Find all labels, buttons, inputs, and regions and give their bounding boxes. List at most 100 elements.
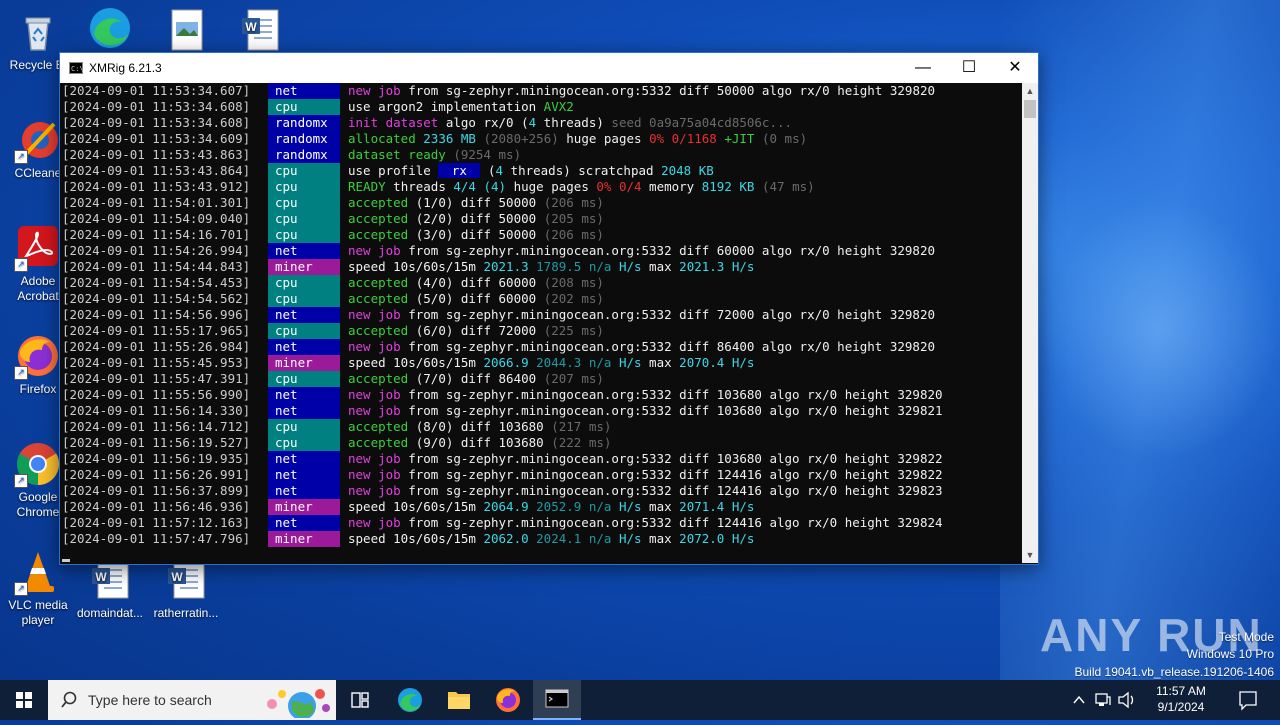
console-icon	[545, 689, 569, 708]
log-segment: max	[641, 355, 680, 370]
log-segment: H/s	[618, 355, 642, 370]
chevron-up-icon	[1073, 695, 1085, 704]
console-line: [2024-09-01 11:54:09.040] cpu accepted (2/…	[60, 211, 1022, 227]
log-tag-cpu: cpu	[268, 291, 340, 307]
log-segment: new job	[348, 243, 401, 258]
taskbar-file-explorer-button[interactable]	[435, 680, 483, 720]
log-segment: +JIT	[724, 131, 762, 146]
log-segment: (1/0) diff 50000	[408, 195, 544, 210]
log-segment: dataset ready	[348, 147, 454, 162]
desktop-icon-edge[interactable]	[72, 4, 148, 54]
console-line: [2024-09-01 11:54:26.994] net new job from…	[60, 243, 1022, 259]
log-segment: (206 ms)	[543, 227, 604, 242]
log-segment: seed 0a9a75a04cd8506c...	[611, 115, 793, 130]
log-segment: 2021.3 H/s	[679, 259, 755, 274]
ccleaner-icon: ↗	[14, 116, 62, 164]
log-segment: speed 10s/60s/15m	[348, 259, 484, 274]
firefox-icon: ↗	[14, 332, 62, 380]
clock-date: 9/1/2024	[1157, 700, 1205, 714]
log-segment: new job	[348, 387, 401, 402]
task-view-icon	[351, 692, 369, 708]
log-segment: 2024.1 n/a	[536, 531, 619, 546]
task-view-button[interactable]	[336, 680, 384, 720]
log-tag-cpu: cpu	[268, 275, 340, 291]
notification-icon	[1239, 691, 1257, 711]
window-titlebar[interactable]: C:\ XMRig 6.21.3 — ☐ ✕	[60, 53, 1038, 83]
desktop-icon-label: ratherratin...	[153, 606, 219, 620]
show-hidden-icons-button[interactable]	[1068, 680, 1090, 720]
window-title: XMRig 6.21.3	[89, 61, 162, 75]
log-tag-net: net	[268, 467, 340, 483]
log-segment: (47 ms)	[761, 179, 815, 194]
log-segment: accepted	[348, 419, 409, 434]
log-tag-cpu: cpu	[268, 371, 340, 387]
log-timestamp: [2024-09-01 11:55:26.984]	[62, 339, 251, 354]
log-segment: (225 ms)	[543, 323, 604, 338]
console-line: [2024-09-01 11:56:19.935] net new job from…	[60, 451, 1022, 467]
volume-button[interactable]	[1114, 680, 1138, 720]
log-segment: use argon2 implementation	[348, 99, 544, 114]
xmrig-console-window[interactable]: C:\ XMRig 6.21.3 — ☐ ✕ [2024-09-01 11:53…	[59, 52, 1039, 565]
network-status-button[interactable]	[1092, 680, 1114, 720]
log-segment: algo rx/0 (	[438, 115, 529, 130]
log-timestamp: [2024-09-01 11:56:26.991]	[62, 467, 251, 482]
speaker-icon	[1118, 691, 1134, 709]
log-segment: new job	[348, 451, 401, 466]
log-segment: (	[480, 163, 496, 178]
console-line: [2024-09-01 11:55:45.953] miner speed 10s/…	[60, 355, 1022, 371]
taskbar-search-box[interactable]: Type here to search	[48, 680, 336, 720]
console-line: [2024-09-01 11:55:26.984] net new job from…	[60, 339, 1022, 355]
taskbar-xmrig-console-button[interactable]	[533, 680, 581, 720]
console-output[interactable]: [2024-09-01 11:53:34.607] net new job from…	[60, 83, 1022, 563]
console-line: [2024-09-01 11:54:16.701] cpu accepted (3/…	[60, 227, 1022, 243]
windows-edition-label: Windows 10 Pro	[1186, 647, 1274, 661]
start-button[interactable]	[0, 680, 48, 720]
log-segment: new job	[348, 515, 401, 530]
log-segment: threads	[385, 179, 454, 194]
action-center-button[interactable]	[1228, 680, 1268, 720]
log-segment: huge pages	[506, 179, 597, 194]
scroll-up-arrow-icon[interactable]: ▲	[1022, 83, 1038, 99]
svg-text:W: W	[95, 570, 107, 584]
log-timestamp: [2024-09-01 11:54:09.040]	[62, 211, 251, 226]
log-tag-net: net	[268, 387, 340, 403]
close-button[interactable]: ✕	[992, 53, 1038, 83]
log-tag-miner: miner	[268, 355, 340, 371]
log-segment: AVX2	[543, 99, 574, 114]
log-message: init dataset algo rx/0 (4 threads) seed …	[348, 115, 792, 131]
desktop-icon-word-doc-top[interactable]: W	[222, 8, 298, 58]
log-segment: threads)	[536, 115, 612, 130]
taskbar-edge-button[interactable]	[386, 680, 434, 720]
log-segment: 2064.9	[483, 499, 537, 514]
log-message: new job from sg-zephyr.miningocean.org:5…	[348, 515, 943, 531]
log-segment: (8/0) diff 103680	[408, 419, 552, 434]
maximize-button[interactable]: ☐	[946, 53, 992, 83]
console-line: [2024-09-01 11:57:12.163] net new job from…	[60, 515, 1022, 531]
log-segment: accepted	[348, 275, 409, 290]
taskbar-firefox-button[interactable]	[484, 680, 532, 720]
log-message: new job from sg-zephyr.miningocean.org:5…	[348, 451, 943, 467]
console-line: [2024-09-01 11:53:34.607] net new job from…	[60, 83, 1022, 99]
svg-text:W: W	[171, 570, 183, 584]
desktop-icon-domaindat[interactable]: W domaindat...	[72, 556, 148, 621]
log-segment: from sg-zephyr.miningocean.org:5332 diff…	[400, 515, 943, 530]
desktop-icon-ratherratin[interactable]: W ratherratin...	[148, 556, 224, 621]
log-segment: new job	[348, 339, 401, 354]
log-tag-cpu: cpu	[268, 435, 340, 451]
console-line: [2024-09-01 11:56:19.527] cpu accepted (9/…	[60, 435, 1022, 451]
desktop-icon-image-file[interactable]	[148, 8, 224, 58]
minimize-button[interactable]: —	[900, 53, 946, 83]
console-scrollbar[interactable]: ▲ ▼	[1022, 83, 1038, 563]
log-tag-randomx: randomx	[268, 131, 340, 147]
search-highlight-globe-icon	[267, 689, 330, 718]
log-tag-cpu: cpu	[268, 323, 340, 339]
scroll-down-arrow-icon[interactable]: ▼	[1022, 547, 1038, 563]
log-segment: (4/0) diff 60000	[408, 275, 544, 290]
clock-button[interactable]: 11:57 AM 9/1/2024	[1142, 680, 1220, 720]
log-tag-randomx: randomx	[268, 147, 340, 163]
log-segment: (207 ms)	[543, 371, 604, 386]
log-segment: use profile	[348, 163, 439, 178]
console-line: [2024-09-01 11:55:56.990] net new job from…	[60, 387, 1022, 403]
scrollbar-thumb[interactable]	[1024, 100, 1036, 118]
log-message: new job from sg-zephyr.miningocean.org:5…	[348, 387, 943, 403]
